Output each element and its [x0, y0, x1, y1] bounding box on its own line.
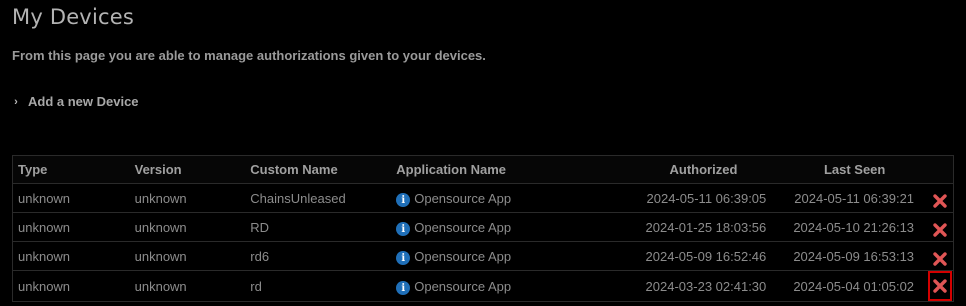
- cell-type: unknown: [12, 270, 130, 302]
- delete-device-button[interactable]: [930, 248, 950, 270]
- cell-actions: [926, 212, 954, 242]
- column-header-application-name: Application Name: [391, 155, 624, 184]
- cell-authorized: 2024-01-25 18:03:56: [623, 212, 779, 242]
- column-header-actions: [926, 155, 954, 184]
- column-header-last-seen: Last Seen: [778, 155, 927, 184]
- info-icon[interactable]: i: [396, 251, 411, 265]
- cell-custom-name: RD: [245, 212, 392, 242]
- delete-device-button[interactable]: [930, 190, 950, 212]
- cell-application-name: i Opensource App: [391, 212, 624, 242]
- table-row: unknown unknown rd i Opensource App 2024…: [12, 270, 954, 302]
- devices-table: Type Version Custom Name Application Nam…: [12, 155, 954, 302]
- cell-application-name: i Opensource App: [391, 241, 624, 271]
- page-title: My Devices: [12, 5, 134, 29]
- cell-application-name: i Opensource App: [391, 270, 624, 302]
- cell-last-seen: 2024-05-11 06:39:21: [778, 183, 927, 213]
- table-row: unknown unknown rd6 i Opensource App 202…: [12, 241, 954, 271]
- column-header-version: Version: [129, 155, 246, 184]
- cell-version: unknown: [129, 270, 246, 302]
- cell-last-seen: 2024-05-10 21:26:13: [778, 212, 927, 242]
- application-name: Opensource App: [414, 219, 512, 235]
- table-header-row: Type Version Custom Name Application Nam…: [12, 155, 954, 184]
- column-header-authorized: Authorized: [623, 155, 779, 184]
- red-x-icon: [932, 194, 947, 208]
- info-icon[interactable]: i: [396, 281, 411, 295]
- cell-version: unknown: [129, 212, 246, 242]
- delete-device-button-highlighted[interactable]: [927, 271, 952, 301]
- table-row: unknown unknown RD i Opensource App 2024…: [12, 212, 954, 242]
- chevron-right-icon: ›: [14, 95, 18, 108]
- red-x-icon: [932, 252, 947, 266]
- page-description: From this page you are able to manage au…: [12, 48, 486, 63]
- my-devices-page: My Devices From this page you are able t…: [0, 0, 966, 306]
- cell-custom-name: ChainsUnleased: [245, 183, 392, 213]
- cell-custom-name: rd6: [245, 241, 392, 271]
- application-name: Opensource App: [414, 278, 512, 294]
- add-device-link[interactable]: › Add a new Device: [10, 94, 139, 109]
- cell-last-seen: 2024-05-04 01:05:02: [778, 270, 927, 302]
- cell-type: unknown: [12, 183, 130, 213]
- cell-actions: [926, 241, 954, 271]
- table-row: unknown unknown ChainsUnleased i Opensou…: [12, 183, 954, 213]
- cell-authorized: 2024-05-11 06:39:05: [623, 183, 779, 213]
- red-x-icon: [932, 279, 947, 293]
- column-header-type: Type: [12, 155, 130, 184]
- info-icon[interactable]: i: [396, 193, 411, 207]
- column-header-custom-name: Custom Name: [245, 155, 392, 184]
- cell-type: unknown: [12, 212, 130, 242]
- cell-type: unknown: [12, 241, 130, 271]
- info-icon[interactable]: i: [396, 222, 411, 236]
- cell-last-seen: 2024-05-09 16:53:13: [778, 241, 927, 271]
- cell-authorized: 2024-05-09 16:52:46: [623, 241, 779, 271]
- cell-application-name: i Opensource App: [391, 183, 624, 213]
- cell-version: unknown: [129, 241, 246, 271]
- add-device-label: Add a new Device: [28, 94, 139, 109]
- cell-actions: [926, 270, 954, 302]
- cell-version: unknown: [129, 183, 246, 213]
- cell-custom-name: rd: [245, 270, 392, 302]
- delete-device-button[interactable]: [930, 219, 950, 241]
- application-name: Opensource App: [414, 248, 512, 264]
- cell-actions: [926, 183, 954, 213]
- cell-authorized: 2024-03-23 02:41:30: [623, 270, 779, 302]
- application-name: Opensource App: [414, 190, 512, 206]
- red-x-icon: [932, 223, 947, 237]
